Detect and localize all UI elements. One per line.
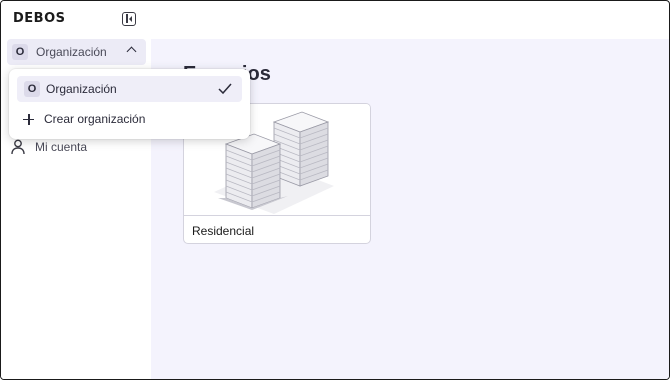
- card-label: Residencial: [192, 224, 255, 238]
- sidebar-collapse-icon[interactable]: [122, 12, 136, 26]
- user-icon: [11, 139, 25, 155]
- sidebar-item-label: Mi cuenta: [35, 140, 88, 154]
- org-dropdown-menu: O Organización Crear organización: [9, 69, 250, 139]
- org-avatar: O: [24, 81, 40, 97]
- chevron-up-icon: [126, 46, 137, 57]
- sidebar-item-mi-cuenta[interactable]: Mi cuenta: [11, 139, 87, 155]
- checkmark-icon: [218, 83, 232, 95]
- create-organization-label: Crear organización: [44, 112, 146, 126]
- create-organization-button[interactable]: Crear organización: [23, 109, 145, 129]
- sidebar: DEBOS O Organización Mi cuenta: [1, 1, 151, 379]
- org-switcher[interactable]: O Organización: [7, 39, 146, 65]
- app-logo: DEBOS: [13, 11, 66, 26]
- app-window: Espacios: [0, 0, 670, 380]
- org-name: Organización: [36, 45, 107, 59]
- org-avatar: O: [12, 44, 28, 60]
- dropdown-item-label: Organización: [46, 82, 117, 96]
- dropdown-item-organizacion[interactable]: O Organización: [17, 76, 242, 102]
- plus-icon: [23, 113, 34, 125]
